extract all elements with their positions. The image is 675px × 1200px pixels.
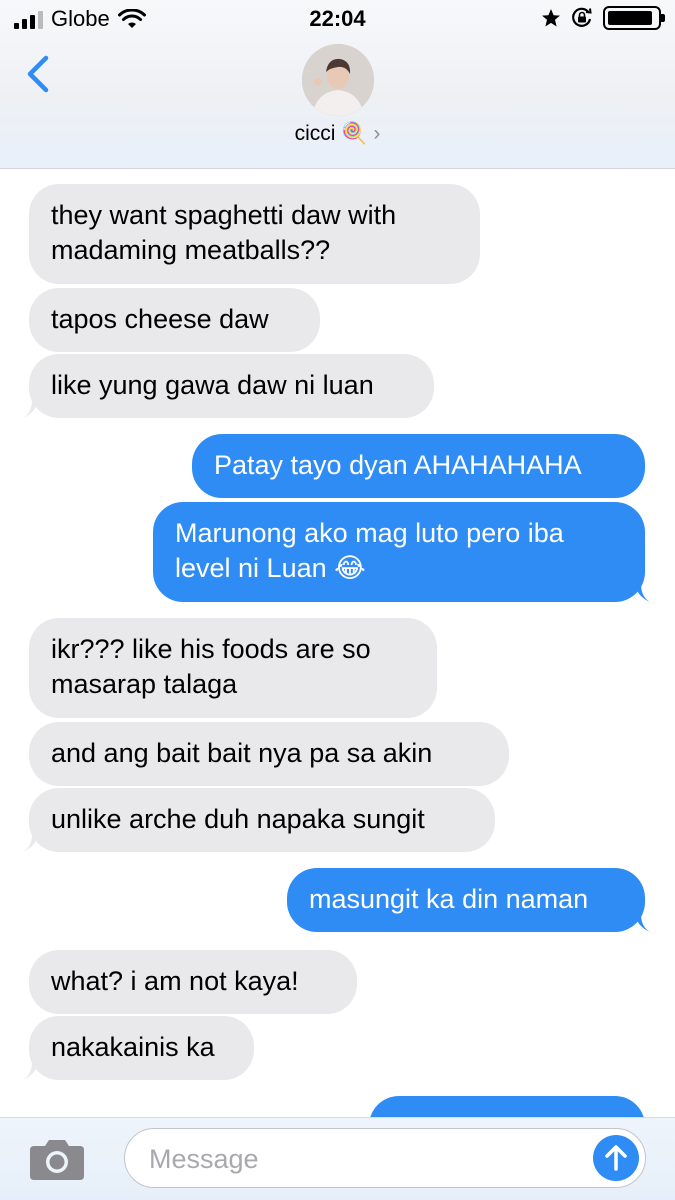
message-bubble-incoming[interactable]: like yung gawa daw ni luan bbox=[29, 354, 434, 418]
message-bubble-incoming[interactable]: unlike arche duh napaka sungit bbox=[29, 788, 495, 852]
message-input-container[interactable] bbox=[124, 1128, 646, 1188]
bubble-tail bbox=[635, 914, 655, 934]
contact-avatar[interactable] bbox=[302, 44, 374, 116]
orientation-lock-icon bbox=[572, 7, 592, 27]
star-icon bbox=[542, 9, 560, 27]
status-bar: Globe 22:04 bbox=[0, 0, 675, 40]
bubble-tail bbox=[635, 584, 655, 604]
message-bubble-incoming[interactable]: ikr??? like his foods are so masarap tal… bbox=[29, 618, 437, 718]
contact-name-row[interactable]: cicci 🍭 › bbox=[0, 122, 675, 146]
message-bubble-outgoing[interactable]: Marunong ako mag luto pero iba level ni … bbox=[153, 502, 645, 602]
back-chevron-icon[interactable] bbox=[20, 52, 60, 96]
send-arrow-icon bbox=[605, 1145, 627, 1171]
bubble-tail bbox=[18, 400, 38, 420]
contact-name: cicci 🍭 bbox=[294, 122, 368, 145]
bubble-tail bbox=[18, 1062, 38, 1082]
status-right bbox=[541, 6, 665, 30]
chevron-right-icon: › bbox=[373, 122, 381, 145]
message-bubble-incoming[interactable]: and ang bait bait nya pa sa akin bbox=[29, 722, 509, 786]
message-thread[interactable]: they want spaghetti daw with madaming me… bbox=[0, 170, 675, 1120]
message-bubble-outgoing[interactable]: Patay tayo dyan AHAHAHAHA bbox=[192, 434, 645, 498]
bubble-tail bbox=[18, 834, 38, 854]
message-input[interactable] bbox=[147, 1139, 571, 1179]
message-bubble-outgoing[interactable]: masungit ka din naman bbox=[287, 868, 645, 932]
message-bubble-incoming[interactable]: what? i am not kaya! bbox=[29, 950, 357, 1014]
conversation-header: Globe 22:04 cicci 🍭 › bbox=[0, 0, 675, 169]
battery-icon bbox=[603, 6, 665, 30]
avatar-photo bbox=[302, 44, 374, 116]
message-bubble-incoming[interactable]: nakakainis ka bbox=[29, 1016, 254, 1080]
message-bubble-incoming[interactable]: tapos cheese daw bbox=[29, 288, 320, 352]
message-bubble-incoming[interactable]: they want spaghetti daw with madaming me… bbox=[29, 184, 480, 284]
camera-icon[interactable] bbox=[28, 1136, 86, 1182]
message-composer bbox=[0, 1117, 675, 1200]
send-button[interactable] bbox=[593, 1135, 639, 1181]
